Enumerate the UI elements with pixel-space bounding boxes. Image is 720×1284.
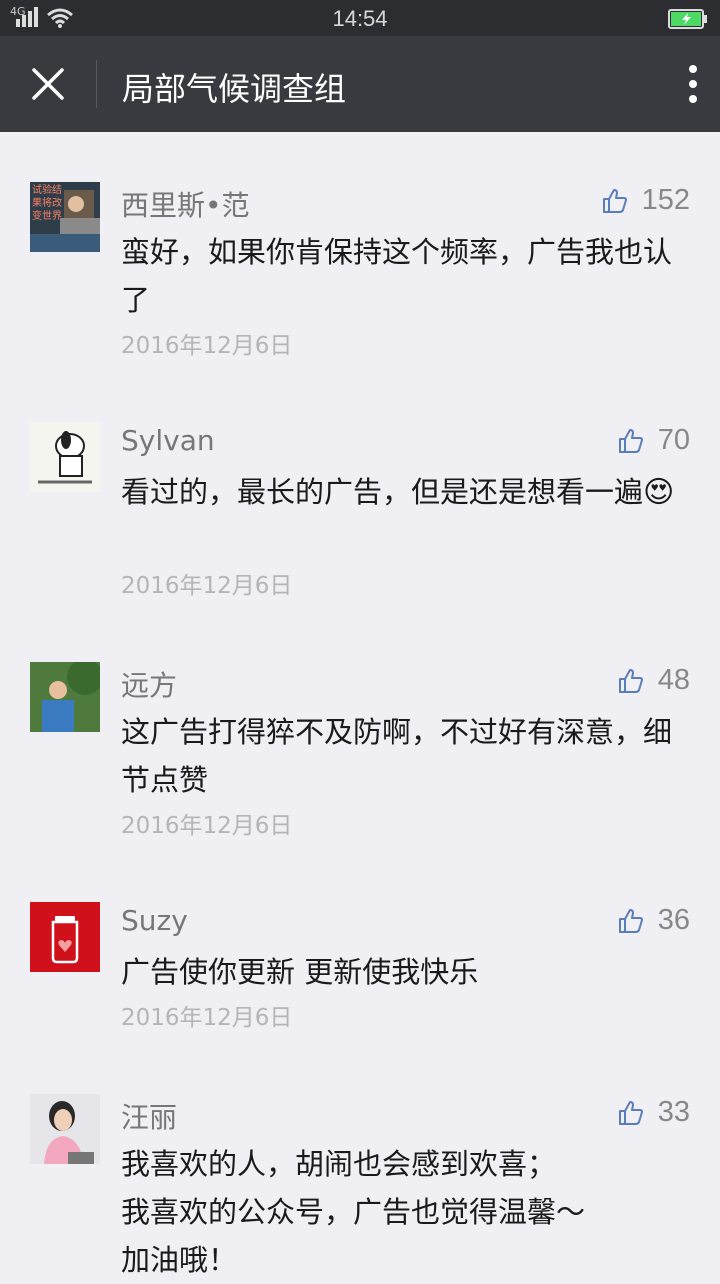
more-button[interactable] <box>642 60 698 108</box>
comment-date: 2016年12月6日 <box>121 573 293 599</box>
avatar[interactable] <box>30 422 100 492</box>
thumbs-up-icon <box>602 188 627 213</box>
header-divider <box>96 60 97 108</box>
like-count: 70 <box>657 424 690 456</box>
comment-text: 我喜欢的人，胡闹也会感到欢喜； 我喜欢的公众号，广告也觉得温馨～ 加油哦！ <box>121 1140 681 1284</box>
comment-text-line: 我喜欢的公众号，广告也觉得温馨～ <box>121 1195 586 1229</box>
status-bar: 4G 14:54 <box>0 0 720 36</box>
like-button[interactable]: 33 <box>618 1096 690 1129</box>
close-icon <box>32 68 64 100</box>
like-count: 152 <box>641 184 690 216</box>
smiling-heart-eyes-icon: 😍 <box>643 475 675 510</box>
comment-text-line: 加油哦！ <box>121 1243 238 1277</box>
thumbs-up-icon <box>618 1100 643 1125</box>
comment-author: 汪丽 <box>121 1101 178 1134</box>
like-button[interactable]: 48 <box>618 664 690 697</box>
comment-author: Sylvan <box>121 424 215 457</box>
comment-author: Suzy <box>121 904 188 937</box>
thumbs-up-icon <box>618 668 643 693</box>
page-title: 局部气候调查组 <box>122 70 347 108</box>
comment-text-body: 看过的，最长的广告，但是还是想看一遍 <box>121 475 644 509</box>
like-count: 48 <box>657 664 690 696</box>
close-button[interactable] <box>20 60 76 108</box>
avatar-caption: 试验结果将改变世界 <box>32 185 62 222</box>
avatar[interactable] <box>30 1094 100 1164</box>
status-time: 14:54 <box>332 6 388 31</box>
comment-author: 西里斯•范 <box>121 189 250 222</box>
avatar[interactable]: 试验结果将改变世界 <box>30 182 100 252</box>
comment-author: 远方 <box>121 669 178 702</box>
like-count: 33 <box>657 1096 690 1128</box>
top-bar: 局部气候调查组 <box>0 36 720 132</box>
thumbs-up-icon <box>618 908 643 933</box>
like-count: 36 <box>657 904 690 936</box>
comment-text: 这广告打得猝不及防啊，不过好有深意，细节点赞 <box>121 715 673 797</box>
comment-text: 看过的，最长的广告，但是还是想看一遍😍 <box>121 468 681 517</box>
like-button[interactable]: 36 <box>618 904 690 937</box>
more-vertical-icon <box>689 65 697 103</box>
comment-date: 2016年12月6日 <box>121 813 293 839</box>
comment-date: 2016年12月6日 <box>121 333 293 359</box>
avatar[interactable] <box>30 662 100 732</box>
comment-text-line: 我喜欢的人，胡闹也会感到欢喜； <box>121 1147 557 1181</box>
avatar[interactable] <box>30 902 100 972</box>
comment-date: 2016年12月6日 <box>121 1005 293 1031</box>
comment-text: 蛮好，如果你肯保持这个频率，广告我也认了 <box>121 235 673 317</box>
battery-icon <box>668 9 707 29</box>
thumbs-up-icon <box>618 428 643 453</box>
comment-text: 广告使你更新 更新使我快乐 <box>121 955 479 989</box>
like-button[interactable]: 70 <box>618 424 690 457</box>
like-button[interactable]: 152 <box>602 184 690 217</box>
